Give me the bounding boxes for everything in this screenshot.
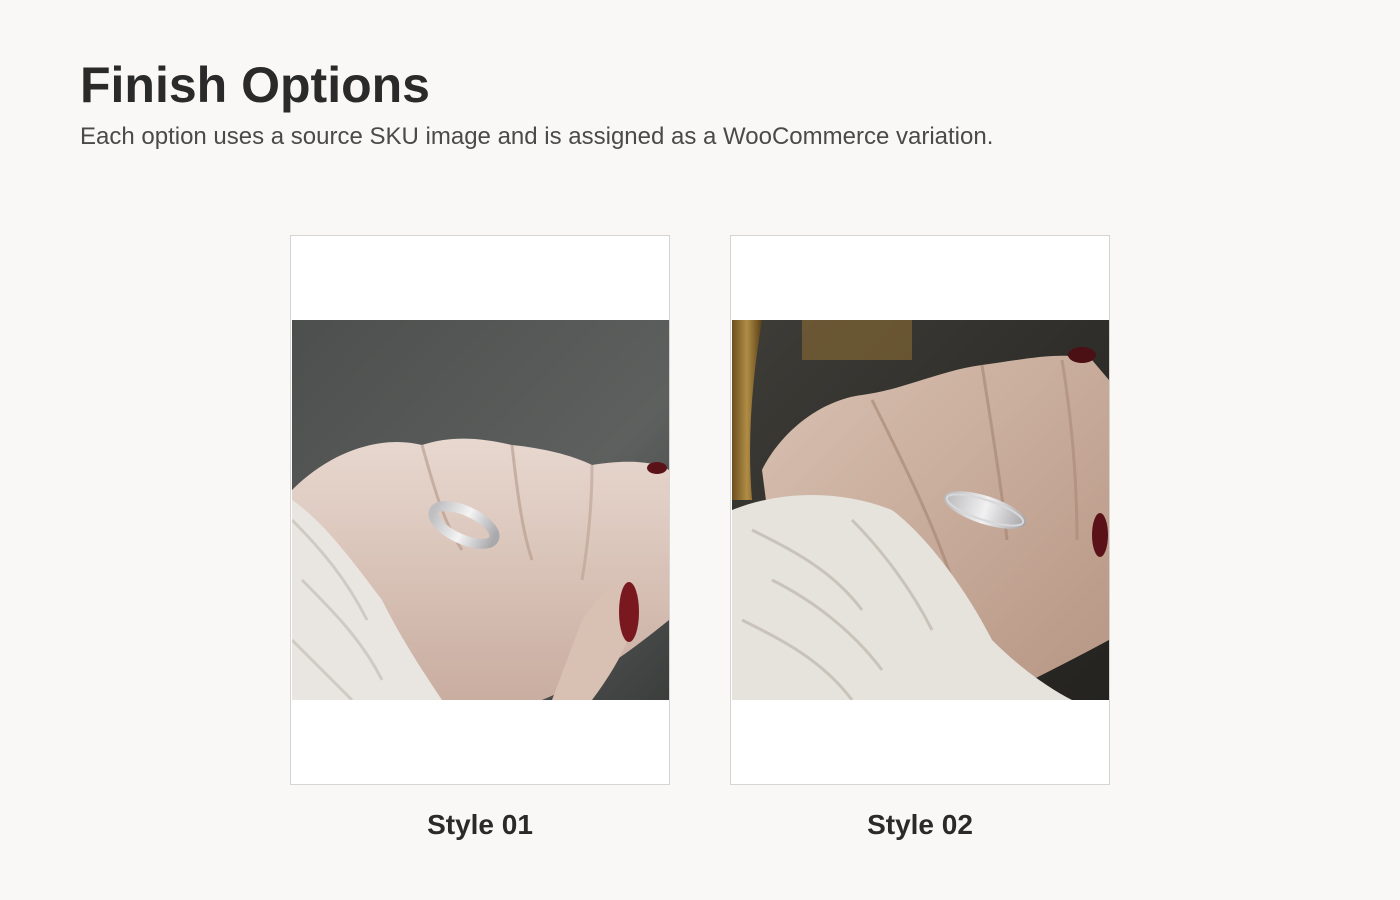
option-image-frame[interactable] [290, 235, 670, 785]
ring-photo-style-01 [292, 320, 669, 700]
option-image-frame[interactable] [730, 235, 1110, 785]
option-card-style-02[interactable]: Style 02 [730, 235, 1110, 841]
page-subtitle: Each option uses a source SKU image and … [80, 123, 994, 150]
page-title: Finish Options [80, 57, 430, 113]
ring-photo-style-02 [732, 320, 1109, 700]
option-label-style-02: Style 02 [867, 809, 973, 840]
option-card-style-01[interactable]: Style 01 [290, 235, 670, 841]
option-label-style-01: Style 01 [427, 809, 533, 840]
finish-options-page: Finish Options Each option uses a source… [0, 0, 1400, 900]
